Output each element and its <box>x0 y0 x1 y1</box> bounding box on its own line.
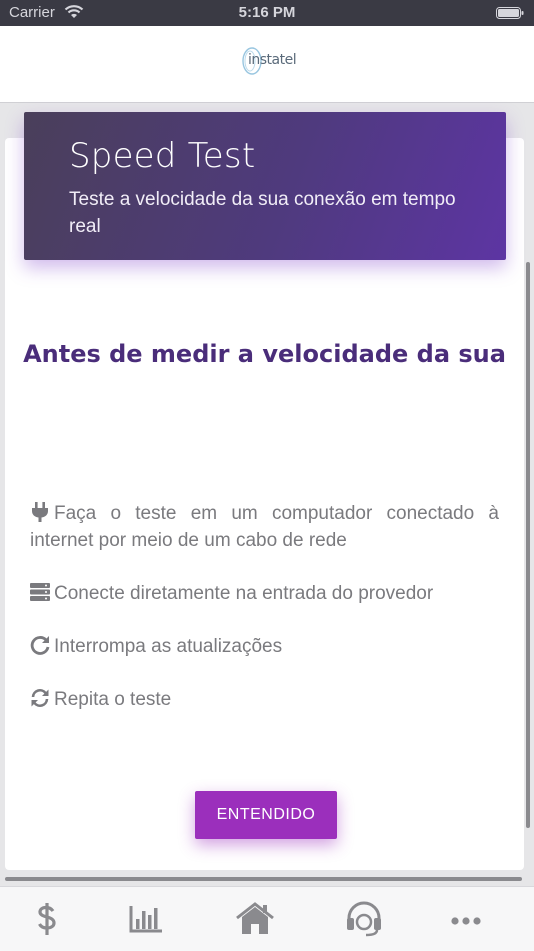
plug-icon <box>32 502 48 522</box>
app-header: instatel <box>0 26 534 103</box>
headset-icon <box>347 901 381 937</box>
list-item: Repita o teste <box>30 686 499 713</box>
tip-text: Faça o teste em um computador conectado … <box>30 503 499 551</box>
sync-icon <box>31 689 49 707</box>
tab-home[interactable] <box>235 901 275 937</box>
clock: 5:16 PM <box>238 4 296 21</box>
section-heading: Antes de medir a velocidade da sua <box>23 340 506 368</box>
tip-text: Repita o teste <box>54 689 172 710</box>
tip-text: Interrompa as atualizações <box>54 636 283 657</box>
tab-support[interactable] <box>344 901 384 937</box>
home-icon <box>236 902 274 934</box>
list-item: Interrompa as atualizações <box>30 633 499 660</box>
hero-banner: Speed Test Teste a velocidade da sua con… <box>24 112 506 260</box>
instatel-logo: instatel <box>240 44 300 78</box>
list-item: Faça o teste em um computador conectado … <box>30 500 499 554</box>
horizontal-scrollbar[interactable] <box>5 877 522 881</box>
tab-more[interactable] <box>446 901 486 937</box>
page-title: Speed Test <box>69 136 256 176</box>
dollar-icon <box>38 903 56 935</box>
more-icon <box>451 917 481 925</box>
battery-icon <box>496 7 524 19</box>
server-icon <box>30 583 50 601</box>
understood-button[interactable]: ENTENDIDO <box>195 791 337 839</box>
tip-text: Conecte diretamente na entrada do proved… <box>54 583 434 604</box>
page-subtitle: Teste a velocidade da sua conexão em tem… <box>69 189 456 237</box>
list-item: Conecte diretamente na entrada do proved… <box>30 580 499 607</box>
logo-text: instatel <box>248 52 297 68</box>
vertical-scrollbar[interactable] <box>526 262 530 828</box>
tab-reports[interactable] <box>126 901 166 937</box>
tab-finance[interactable] <box>27 901 67 937</box>
status-bar: Carrier 5:16 PM <box>0 0 534 26</box>
bar-chart-icon <box>129 906 162 933</box>
refresh-icon <box>30 636 50 655</box>
tab-bar <box>0 886 534 951</box>
